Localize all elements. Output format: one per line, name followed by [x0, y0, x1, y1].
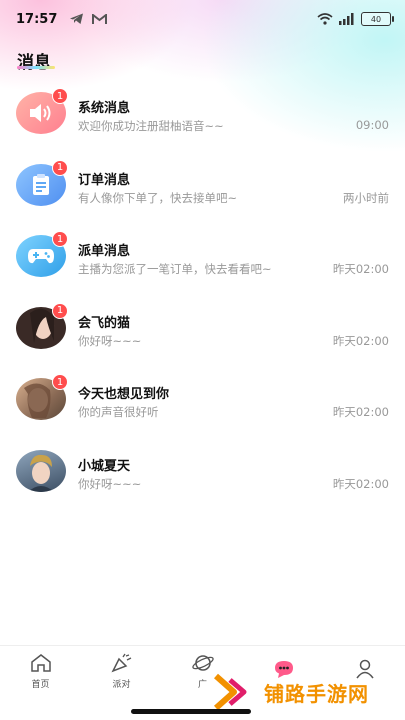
message-item-dispatch[interactable]: 1 派单消息 主播为您派了一笔订单，快去看看吧~ 昨天02:00 [0, 221, 405, 293]
avatar-wrap [16, 449, 66, 492]
message-time: 昨天02:00 [332, 405, 389, 419]
message-name: 订单消息 [78, 172, 131, 188]
avatar-wrap: 1 [16, 231, 68, 277]
unread-badge: 1 [52, 302, 68, 319]
home-icon [29, 652, 53, 674]
title-underline [17, 66, 55, 69]
avatar-wrap: 1 [16, 374, 68, 420]
tab-home[interactable]: 首页 [0, 646, 81, 695]
message-item-user[interactable]: 1 会飞的猫 你好呀~~~ 昨天02:00 [0, 293, 405, 365]
tab-label: 广 [197, 679, 207, 690]
message-name: 今天也想见到你 [78, 387, 170, 402]
message-preview: 你好呀~~~ [78, 333, 142, 348]
wifi-icon [317, 13, 333, 25]
message-time: 昨天02:00 [332, 262, 389, 276]
signal-icon [339, 13, 354, 25]
message-item-user[interactable]: 1 今天也想见到你 你的声音很好听 昨天02:00 [0, 364, 405, 436]
tab-label: 派对 [112, 679, 131, 690]
mail-m-icon [92, 13, 108, 24]
message-name: 小城夏天 [78, 458, 131, 474]
message-time: 09:00 [355, 118, 389, 132]
watermark-text: 铺路手游网 [264, 681, 369, 706]
avatar-wrap: 1 [16, 159, 68, 206]
message-name: 系统消息 [78, 101, 131, 116]
user-avatar-photo [16, 449, 66, 492]
watermark-arrow-icon [214, 673, 247, 711]
telegram-icon [70, 13, 84, 24]
status-time: 17:57 [16, 11, 58, 27]
home-indicator [131, 709, 251, 714]
message-name: 派单消息 [78, 244, 131, 259]
message-name: 会飞的猫 [78, 315, 131, 331]
message-list: 1 系统消息 欢迎你成功注册甜柚语音~~ 09:00 1 订单消息 有人像你下单… [0, 78, 405, 507]
tab-party[interactable]: 派对 [81, 646, 162, 695]
message-time: 两小时前 [343, 190, 389, 205]
message-item-user[interactable]: 小城夏天 你好呀~~~ 昨天02:00 [0, 436, 405, 508]
message-preview: 主播为您派了一笔订单，快去看看吧~ [78, 262, 272, 276]
avatar-wrap: 1 [16, 88, 68, 134]
unread-badge: 1 [52, 231, 68, 247]
message-item-system[interactable]: 1 系统消息 欢迎你成功注册甜柚语音~~ 09:00 [0, 78, 405, 150]
unread-badge: 1 [52, 374, 68, 390]
portrait-icon [28, 454, 54, 492]
message-time: 昨天02:00 [332, 476, 389, 491]
message-preview: 你好呀~~~ [78, 476, 142, 491]
page-title: 消息 [17, 53, 51, 73]
status-bar: 17:57 40 [0, 0, 405, 38]
status-right-icons: 40 [317, 12, 394, 26]
message-item-order[interactable]: 1 订单消息 有人像你下单了，快去接单吧~ 两小时前 [0, 150, 405, 222]
message-preview: 有人像你下单了，快去接单吧~ [78, 190, 238, 205]
clipboard-icon [33, 173, 49, 195]
message-preview: 你的声音很好听 [78, 405, 159, 419]
unread-badge: 1 [52, 88, 68, 104]
gamepad-icon [28, 249, 54, 264]
message-preview: 欢迎你成功注册甜柚语音~~ [78, 119, 224, 133]
speaker-icon [30, 104, 51, 122]
party-icon [110, 652, 134, 674]
battery-icon: 40 [361, 12, 394, 26]
unread-badge: 1 [52, 159, 68, 176]
message-time: 昨天02:00 [332, 333, 389, 348]
status-left-icons [69, 13, 108, 25]
avatar-wrap: 1 [16, 302, 68, 349]
tab-label: 首页 [31, 679, 50, 690]
planet-icon [191, 652, 215, 674]
